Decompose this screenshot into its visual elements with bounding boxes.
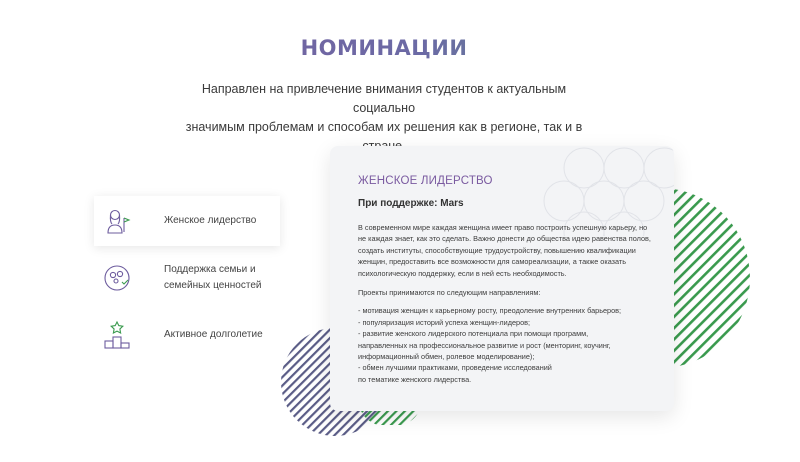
intro-line-1: Направлен на привлечение внимания студен… [201,82,567,115]
list-item: - мотивация женщин к карьерному росту, п… [358,306,622,316]
card-directions-list: - мотивация женщин к карьерному росту, п… [358,305,654,385]
nomination-label: Поддержка семьи и семейных ценностей [164,262,261,294]
card-sponsor: При поддержке: Mars [358,198,464,209]
nominations-list: Женское лидерство Поддержка семьи и семе… [94,196,280,367]
nomination-details-card: ЖЕНСКОЕ ЛИДЕРСТВО При поддержке: Mars В … [330,146,674,411]
list-item: направленных на профессиональное развити… [358,340,611,350]
nomination-family-support[interactable]: Поддержка семьи и семейных ценностей [94,253,280,303]
card-title: ЖЕНСКОЕ ЛИДЕРСТВО [358,175,493,187]
nomination-label-line-1: Поддержка семьи и [164,264,256,275]
podium-icon [94,320,140,350]
nomination-label-line-2: семейных ценностей [164,280,262,291]
nomination-label: Активное долголетие [164,329,263,340]
list-item: информационный обмен, ролевое моделирова… [358,352,535,362]
list-item: - популяризация историй успеха женщин-ли… [358,317,531,327]
nomination-active-longevity[interactable]: Активное долголетие [94,310,280,360]
card-paragraph-1: В современном мире каждая женщина имеет … [358,223,651,278]
card-body: В современном мире каждая женщина имеет … [358,222,654,385]
card-paragraph-2: Проекты принимаются по следующим направл… [358,287,541,297]
list-item: - развитие женского лидерского потенциал… [358,329,589,339]
nomination-woman-leadership[interactable]: Женское лидерство [94,196,280,246]
family-icon [94,263,140,293]
nomination-label: Женское лидерство [164,215,257,226]
page-title: НОМИНАЦИИ [0,36,768,60]
woman-leader-icon [94,206,140,236]
list-item: по тематике женского лидерства. [358,374,472,384]
intro-text: Направлен на привлечение внимания студен… [176,80,592,156]
list-item: - обмен лучшими практиками, проведение и… [358,363,552,373]
